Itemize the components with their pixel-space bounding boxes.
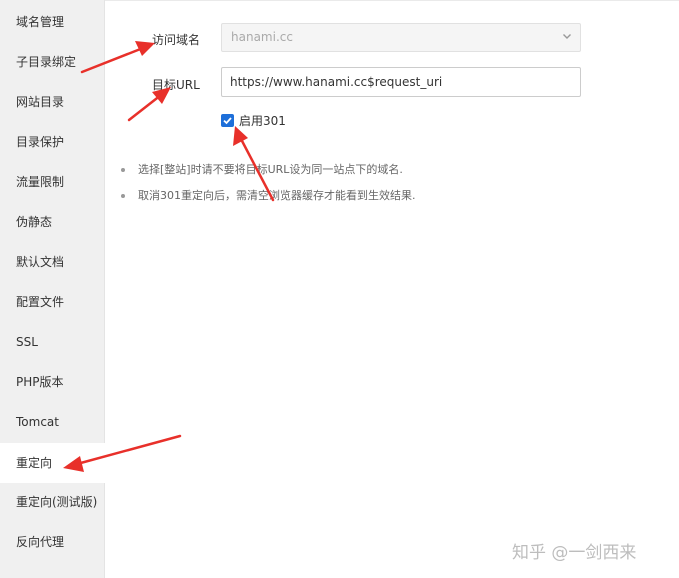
sidebar-item-redirect[interactable]: 重定向 <box>0 443 105 483</box>
target-url-label: 目标URL <box>152 78 200 92</box>
tip-item: 选择[整站]时请不要将目标URL设为同一站点下的域名. <box>121 157 416 183</box>
target-url-input[interactable] <box>221 67 581 97</box>
enable-301-checkbox[interactable] <box>221 113 234 127</box>
domain-select-value: hanami.cc <box>231 30 293 44</box>
sidebar-item-config-file[interactable]: 配置文件 <box>0 282 105 322</box>
enable-301-row[interactable]: 启用301 <box>221 112 286 128</box>
domain-select[interactable]: hanami.cc <box>221 23 581 52</box>
enable-301-label: 启用301 <box>239 113 286 128</box>
sidebar-item-site-directory[interactable]: 网站目录 <box>0 82 105 122</box>
sidebar-item-domain-management[interactable]: 域名管理 <box>0 2 105 42</box>
top-divider <box>105 0 679 1</box>
watermark: 知乎 @一剑西来 <box>512 543 637 563</box>
chevron-down-icon <box>562 24 572 51</box>
checkmark-icon <box>223 116 232 124</box>
sidebar-item-rewrite[interactable]: 伪静态 <box>0 202 105 242</box>
sidebar-item-tomcat[interactable]: Tomcat <box>0 402 105 442</box>
tips-list: 选择[整站]时请不要将目标URL设为同一站点下的域名. 取消301重定向后，需清… <box>121 157 416 209</box>
sidebar-item-subdirectory-binding[interactable]: 子目录绑定 <box>0 42 105 82</box>
sidebar-item-ssl[interactable]: SSL <box>0 322 105 362</box>
sidebar-item-reverse-proxy[interactable]: 反向代理 <box>0 522 105 562</box>
sidebar-item-redirect-beta[interactable]: 重定向(测试版) <box>0 482 105 522</box>
sidebar-item-directory-protection[interactable]: 目录保护 <box>0 122 105 162</box>
domain-label: 访问域名 <box>152 33 201 47</box>
sidebar-item-traffic-limit[interactable]: 流量限制 <box>0 162 105 202</box>
sidebar-item-default-document[interactable]: 默认文档 <box>0 242 105 282</box>
tip-item: 取消301重定向后，需清空浏览器缓存才能看到生效结果. <box>121 183 416 209</box>
sidebar-nav: 域名管理 子目录绑定 网站目录 目录保护 流量限制 伪静态 默认文档 配置文件 … <box>0 0 105 578</box>
sidebar-item-php-version[interactable]: PHP版本 <box>0 362 105 402</box>
